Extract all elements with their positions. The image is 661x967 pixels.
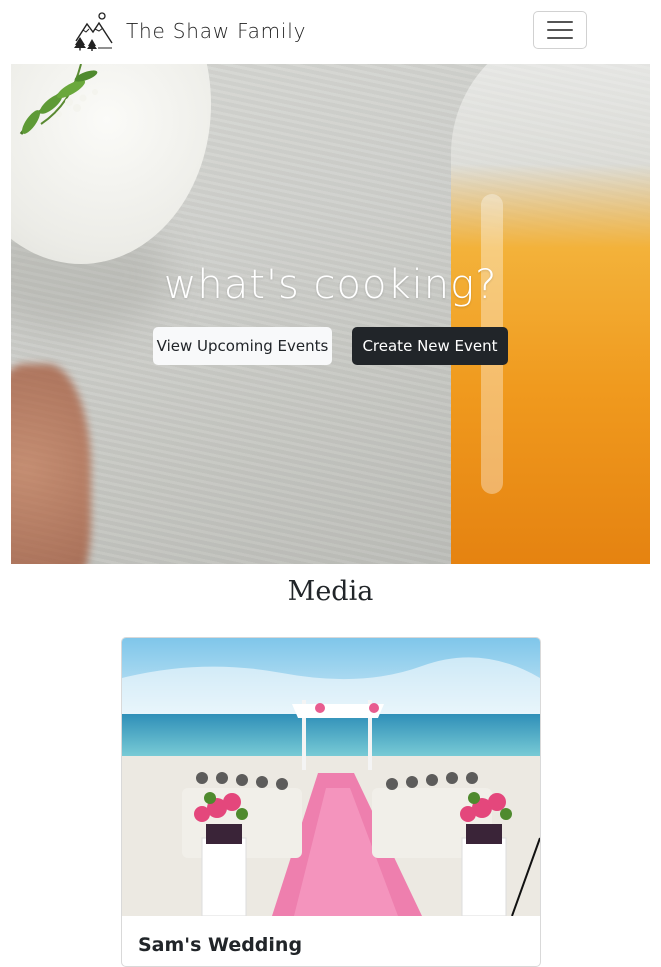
hamburger-line: [547, 37, 573, 39]
create-new-event-button[interactable]: Create New Event: [352, 327, 508, 365]
hero-plant-leaves-image: [19, 64, 98, 135]
mountains-trees-logo-icon: [74, 12, 113, 51]
media-heading: Media: [287, 576, 374, 607]
navbar: The Shaw Family: [0, 0, 661, 64]
brand-link[interactable]: The Shaw Family: [72, 11, 306, 51]
brand-name: The Shaw Family: [126, 19, 307, 43]
hamburger-line: [547, 29, 573, 31]
hamburger-line: [547, 21, 573, 23]
hamburger-menu-button[interactable]: [533, 11, 587, 49]
hero-banner: what's cooking? View Upcoming Events Cre…: [11, 64, 650, 564]
wedding-photo-image: [122, 638, 540, 916]
media-card-title[interactable]: Sam's Wedding: [138, 934, 302, 956]
media-card[interactable]: Sam's Wedding: [121, 637, 541, 967]
hero-title: what's cooking?: [163, 262, 498, 308]
view-upcoming-events-button[interactable]: View Upcoming Events: [153, 327, 332, 365]
